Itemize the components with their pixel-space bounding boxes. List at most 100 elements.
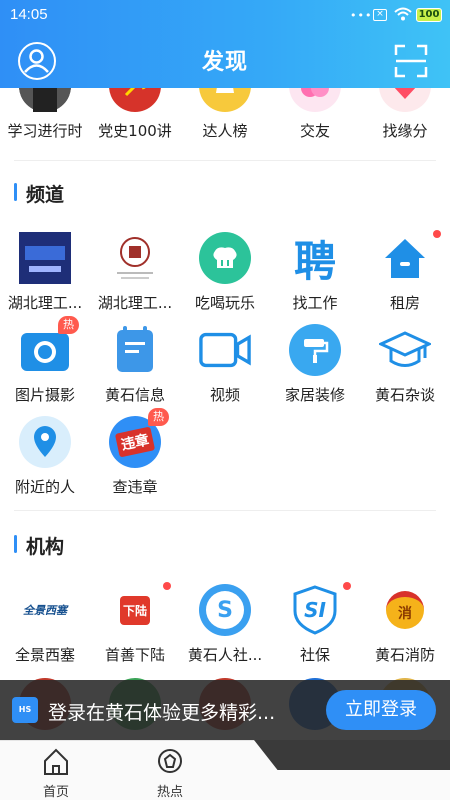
channel-photography[interactable]: 热 图片摄影 xyxy=(0,316,90,416)
institution-fire-dept[interactable]: 消 黄石消防 xyxy=(360,584,450,676)
app-header: 14:05 ••• × 100 发现 xyxy=(0,0,450,88)
crown-icon xyxy=(199,88,251,112)
channel-nearby-people[interactable]: 附近的人 xyxy=(0,416,90,508)
channel-food[interactable]: 吃喝玩乐 xyxy=(180,232,270,324)
paint-roller-icon xyxy=(289,324,341,376)
channel-home-decor[interactable]: 家居装修 xyxy=(270,324,360,416)
institution-hr-social[interactable]: S 黄石人社... xyxy=(180,584,270,676)
status-bar: 14:05 ••• × 100 xyxy=(0,0,450,30)
message-icon: × xyxy=(373,9,387,21)
tab-hot[interactable]: 热点 xyxy=(140,745,200,800)
tab-label: 首页 xyxy=(42,785,69,800)
notification-dot xyxy=(343,582,351,590)
hot-badge: 热 xyxy=(58,316,79,334)
friends-icon xyxy=(289,88,341,112)
si-glyph: SI xyxy=(304,598,326,622)
channel-label: 附近的人 xyxy=(14,478,75,496)
grid-item-party-history[interactable]: 党史100讲 xyxy=(90,88,180,152)
hire-character-icon: 聘 xyxy=(289,232,341,286)
discover-content[interactable]: 学习进行时 党史100讲 达人榜 交友 找缘分 频道 湖北理工... 湖北理工.… xyxy=(0,88,450,740)
scan-icon[interactable] xyxy=(394,44,428,78)
channels-row-3: 附近的人 违章 热 查违章 xyxy=(0,408,450,508)
heart-icon xyxy=(379,88,431,112)
video-camera-icon xyxy=(199,324,251,376)
institution-xisai[interactable]: 全景西塞 全景西塞 xyxy=(0,584,90,676)
channel-label: 湖北理工... xyxy=(97,294,173,312)
house-icon xyxy=(379,232,431,284)
xialu-logo-icon: 下陆 xyxy=(109,584,161,636)
document-icon xyxy=(109,324,161,376)
divider xyxy=(14,510,436,511)
grid-item-label: 达人榜 xyxy=(202,122,248,140)
tab-label: 热点 xyxy=(156,785,183,800)
institutions-section-title: 机构 xyxy=(14,532,64,559)
fire-mascot-glyph: 消 xyxy=(398,606,412,622)
university-seal-icon xyxy=(109,232,161,284)
location-pin-icon xyxy=(19,416,71,468)
wifi-icon xyxy=(394,7,412,21)
grid-item-dating[interactable]: 找缘分 xyxy=(360,88,450,152)
battery-icon: 100 xyxy=(416,8,442,22)
violation-glyph: 违章 xyxy=(114,426,156,458)
hot-topics-icon xyxy=(158,749,182,773)
grid-item-leaderboard[interactable]: 达人榜 xyxy=(180,88,270,152)
graduation-cap-icon xyxy=(379,324,431,376)
institution-label: 首善下陆 xyxy=(104,646,165,664)
chef-hat-icon xyxy=(199,232,251,284)
channel-label: 黄石信息 xyxy=(104,386,165,404)
channel-label: 查违章 xyxy=(112,478,158,496)
grid-item-label: 交友 xyxy=(299,122,330,140)
hot-badge: 热 xyxy=(148,408,169,426)
fire-mascot-icon: 消 xyxy=(379,584,431,636)
channel-huangshi-talk[interactable]: 黄石杂谈 xyxy=(360,324,450,416)
institution-label: 黄石人社... xyxy=(187,646,263,664)
login-prompt-banner: HS 登录在黄石体验更多精彩... 立即登录 xyxy=(0,680,450,740)
channel-label: 租房 xyxy=(389,294,420,312)
channels-row-2: 热 图片摄影 黄石信息 视频 家居装修 黄石杂谈 xyxy=(0,316,450,416)
grid-item-label: 学习进行时 xyxy=(7,122,83,140)
notification-dot xyxy=(433,230,441,238)
app-logo-icon: HS xyxy=(12,697,38,723)
tab-home[interactable]: 首页 xyxy=(26,745,86,800)
home-icon xyxy=(44,748,68,775)
channel-huangshi-info[interactable]: 黄石信息 xyxy=(90,324,180,416)
social-security-logo-icon: S xyxy=(199,584,251,636)
hire-glyph: 聘 xyxy=(293,236,336,286)
channel-label: 吃喝玩乐 xyxy=(194,294,255,312)
party-emblem-icon xyxy=(109,88,161,112)
poster-thumbnail-icon xyxy=(19,232,71,284)
channel-rent[interactable]: 租房 xyxy=(360,230,450,324)
xisai-logo-icon: 全景西塞 xyxy=(19,584,71,636)
login-prompt-text: 登录在黄石体验更多精彩... xyxy=(48,702,276,724)
channel-hbpu-poster[interactable]: 湖北理工... xyxy=(0,232,90,324)
study-thumbnail-icon xyxy=(19,88,71,112)
login-button[interactable]: 立即登录 xyxy=(326,690,436,730)
divider xyxy=(14,160,436,161)
bottom-tab-bar: 首页 热点 xyxy=(0,740,450,800)
institutions-row: 全景西塞 全景西塞 下陆 首善下陆 S 黄石人社... SI 社保 消 黄石消防 xyxy=(0,582,450,676)
notification-dot xyxy=(163,582,171,590)
channel-traffic-violations[interactable]: 违章 热 查违章 xyxy=(90,408,180,508)
institution-label: 社保 xyxy=(299,646,330,664)
grid-item-label: 党史100讲 xyxy=(98,122,172,140)
grid-item-label: 找缘分 xyxy=(382,122,428,140)
channel-jobs[interactable]: 聘 找工作 xyxy=(270,232,360,324)
xisai-logo-text: 全景西塞 xyxy=(23,604,67,617)
si-shield-icon: SI xyxy=(289,584,341,636)
channel-label: 湖北理工... xyxy=(7,294,83,312)
channel-label: 黄石杂谈 xyxy=(374,386,435,404)
page-title: 发现 xyxy=(201,50,248,75)
institution-social-insurance[interactable]: SI 社保 xyxy=(270,582,360,676)
channel-label: 找工作 xyxy=(292,294,338,312)
institution-label: 黄石消防 xyxy=(374,646,435,664)
institution-xialu[interactable]: 下陆 首善下陆 xyxy=(90,582,180,676)
status-time: 14:05 xyxy=(10,6,48,23)
grid-item-friends[interactable]: 交友 xyxy=(270,88,360,152)
grid-item-study[interactable]: 学习进行时 xyxy=(0,88,90,152)
hr-logo-glyph: S xyxy=(217,597,233,623)
channels-section-title: 频道 xyxy=(14,180,64,207)
featured-row: 学习进行时 党史100讲 达人榜 交友 找缘分 xyxy=(0,88,450,152)
channel-hbpu-seal[interactable]: 湖北理工... xyxy=(90,232,180,324)
channel-label: 图片摄影 xyxy=(14,386,75,404)
channel-video[interactable]: 视频 xyxy=(180,324,270,416)
